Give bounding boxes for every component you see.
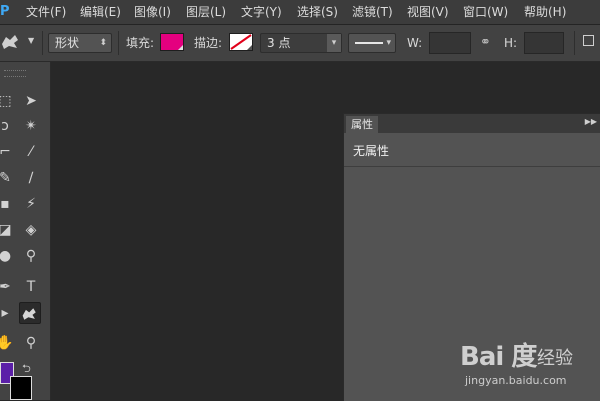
dodge-tool-icon[interactable]: ⚲ <box>20 245 42 267</box>
history-brush-icon[interactable]: ⚡ <box>20 193 42 215</box>
brush-tool-icon[interactable]: ∕ <box>20 167 42 189</box>
divider <box>344 166 600 167</box>
no-properties-message: 无属性 <box>353 144 390 158</box>
spinner-icon: ⬍ <box>99 38 107 48</box>
crop-tool-icon[interactable]: ⌐ <box>0 141 16 163</box>
watermark-logo: Bai 度 <box>460 342 537 372</box>
paint-bucket-icon[interactable]: ◈ <box>20 219 42 241</box>
pen-tool-icon[interactable]: ✒ <box>0 276 16 298</box>
tab-properties[interactable]: 属性 <box>346 116 378 133</box>
menu-bar: Ps 文件(F) 编辑(E) 图像(I) 图层(L) 文字(Y) 选择(S) 滤… <box>0 0 600 25</box>
mode-select-value: 形状 <box>55 36 80 50</box>
mode-select[interactable]: 形状 ⬍ <box>48 33 112 53</box>
width-label: W: <box>407 36 423 50</box>
custom-shape-icon <box>2 35 18 49</box>
menu-file[interactable]: 文件(F) <box>26 4 66 20</box>
custom-shape-tool-icon[interactable] <box>19 302 41 324</box>
width-input[interactable] <box>429 32 471 54</box>
eyedropper-icon[interactable]: ⁄ <box>20 141 42 163</box>
blur-tool-icon[interactable]: ● <box>0 245 16 267</box>
panel-header: 属性 ▶▶ <box>344 114 600 133</box>
move-tool-icon[interactable]: ➤ <box>20 90 42 112</box>
menu-type[interactable]: 文字(Y) <box>241 4 282 20</box>
stroke-label: 描边: <box>194 36 223 50</box>
options-bar: ▼ 形状 ⬍ 填充: 描边: 3 点 ▾ ▾ W: ⚭ H: <box>0 25 600 62</box>
watermark: Bai 度 经验 jingyan.baidu.com <box>455 330 595 400</box>
clone-stamp-icon[interactable]: ▪ <box>0 193 16 215</box>
healing-brush-icon[interactable]: ✎ <box>0 167 16 189</box>
background-color-swatch[interactable] <box>10 376 32 400</box>
path-operations-icon[interactable] <box>583 35 594 46</box>
tool-preset-picker[interactable]: ▼ <box>0 31 40 53</box>
collapse-panel-icon[interactable]: ▶▶ <box>585 117 597 126</box>
corner-arrow-icon <box>247 45 252 50</box>
link-icon[interactable]: ⚭ <box>480 35 491 50</box>
stroke-type-select[interactable]: ▾ <box>348 33 396 53</box>
height-input[interactable] <box>524 32 564 54</box>
corner-arrow-icon <box>178 45 183 50</box>
menu-layer[interactable]: 图层(L) <box>186 4 226 20</box>
hand-tool-icon[interactable]: ✋ <box>0 332 16 354</box>
menu-window[interactable]: 窗口(W) <box>463 4 508 20</box>
zoom-tool-icon[interactable]: ⚲ <box>20 332 42 354</box>
path-selection-icon[interactable]: ▸ <box>0 302 16 324</box>
divider <box>42 31 43 55</box>
solid-line-icon <box>355 42 383 44</box>
tools-panel: ⬚ ➤ ↄ ✴ ⌐ ⁄ ✎ ∕ ▪ ⚡ ◪ ◈ ● ⚲ ✒ T ▸ ✋ ⚲ ⮌ <box>0 62 51 400</box>
stroke-width-value: 3 点 <box>267 36 291 50</box>
watermark-url: jingyan.baidu.com <box>465 374 567 387</box>
watermark-brand: 经验 <box>537 348 573 369</box>
stroke-color-swatch[interactable] <box>229 33 253 51</box>
menu-view[interactable]: 视图(V) <box>407 4 449 20</box>
app-logo: Ps <box>0 4 10 19</box>
panel-grip[interactable] <box>4 70 26 77</box>
chevron-down-icon: ▾ <box>386 38 391 48</box>
stroke-width-field[interactable]: 3 点 ▾ <box>260 33 342 53</box>
menu-select[interactable]: 选择(S) <box>297 4 338 20</box>
divider <box>118 31 119 55</box>
eraser-tool-icon[interactable]: ◪ <box>0 219 16 241</box>
lasso-tool-icon[interactable]: ↄ <box>0 115 16 137</box>
magic-wand-icon[interactable]: ✴ <box>20 115 42 137</box>
marquee-tool-icon[interactable]: ⬚ <box>0 90 16 112</box>
chevron-down-icon: ▼ <box>28 36 35 45</box>
divider <box>574 31 575 55</box>
height-label: H: <box>504 36 518 50</box>
menu-filter[interactable]: 滤镜(T) <box>352 4 393 20</box>
menu-help[interactable]: 帮助(H) <box>524 4 566 20</box>
type-tool-icon[interactable]: T <box>20 276 42 298</box>
menu-image[interactable]: 图像(I) <box>134 4 171 20</box>
fill-color-swatch[interactable] <box>160 33 184 51</box>
chevron-down-icon: ▾ <box>327 34 341 52</box>
menu-edit[interactable]: 编辑(E) <box>80 4 121 20</box>
custom-shape-icon <box>22 308 36 320</box>
fill-label: 填充: <box>126 36 155 50</box>
